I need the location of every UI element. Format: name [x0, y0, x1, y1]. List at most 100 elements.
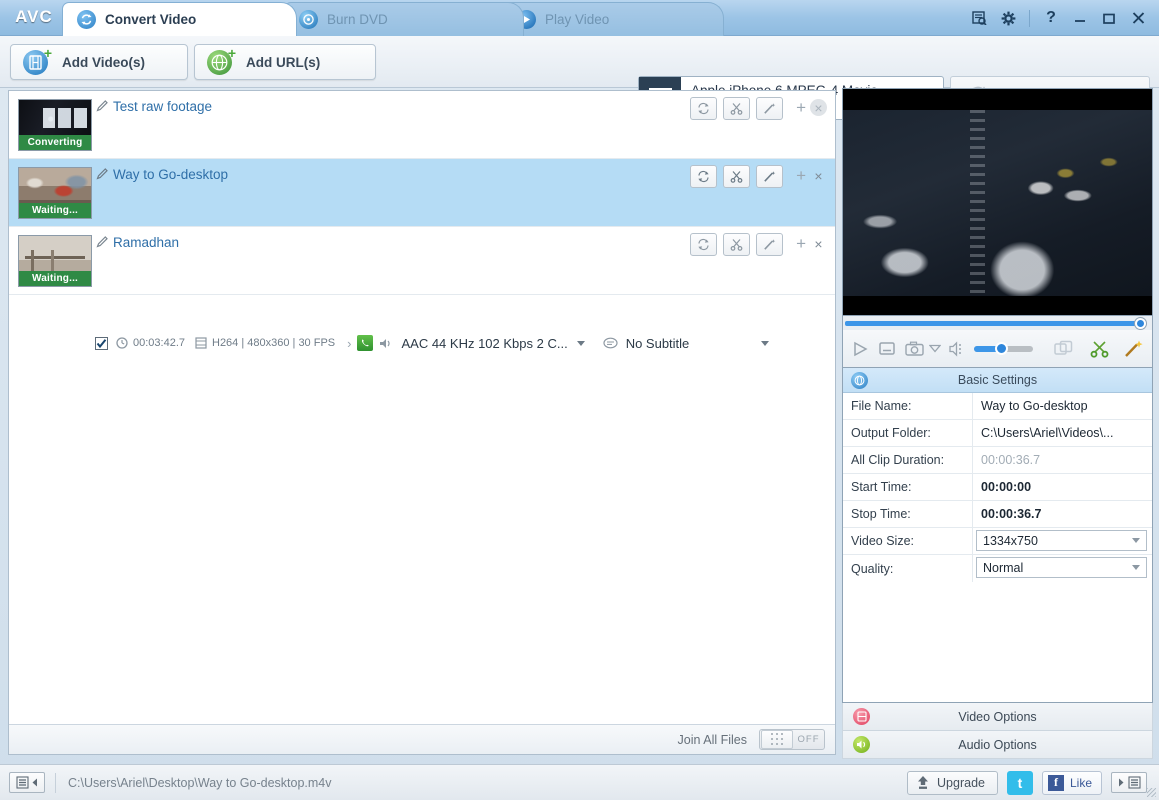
tab-label: Burn DVD	[327, 12, 388, 27]
audio-track-label[interactable]: AAC 44 KHz 102 Kbps 2 C...	[401, 336, 567, 351]
panel-toggle-button[interactable]	[1111, 772, 1147, 793]
reset-icon[interactable]	[690, 233, 717, 256]
tab-play-video[interactable]: Play Video	[502, 2, 724, 36]
clone-windows-icon[interactable]	[1054, 340, 1073, 357]
seek-handle[interactable]	[1135, 318, 1146, 329]
setting-key: Output Folder:	[843, 420, 973, 446]
chevron-down-icon	[1132, 538, 1140, 543]
add-videos-button[interactable]: + Add Video(s)	[10, 44, 188, 80]
stop-button[interactable]	[878, 341, 896, 357]
add-urls-label: Add URL(s)	[246, 55, 320, 70]
pencil-icon[interactable]	[96, 235, 109, 253]
row-action-buttons	[690, 165, 783, 188]
clock-icon	[116, 337, 128, 349]
scissors-icon[interactable]	[723, 97, 750, 120]
audio-options-label: Audio Options	[843, 738, 1152, 752]
video-size-value: 1334x750	[983, 534, 1038, 548]
video-options-label: Video Options	[843, 710, 1152, 724]
list-view-toggle-button[interactable]	[9, 772, 45, 793]
audio-options-row[interactable]: Audio Options	[842, 731, 1153, 759]
toolbar: + Add Video(s) + Add URL(s) all Apple iP…	[0, 36, 1159, 88]
remove-row-icon[interactable]: ×	[810, 167, 827, 184]
facebook-like-button[interactable]: f Like	[1042, 771, 1102, 795]
list-icon	[1128, 776, 1141, 789]
file-title[interactable]: Test raw footage	[113, 99, 212, 114]
scissors-icon[interactable]	[723, 165, 750, 188]
gear-icon[interactable]	[995, 6, 1021, 30]
video-thumbnail: Converting	[18, 99, 92, 151]
divider	[55, 773, 56, 793]
chevron-down-icon[interactable]	[761, 341, 769, 346]
join-all-files-toggle[interactable]: OFF	[759, 729, 825, 750]
resize-grip[interactable]	[1147, 788, 1156, 797]
help-icon[interactable]: ?	[1038, 6, 1064, 30]
file-title[interactable]: Way to Go-desktop	[113, 167, 228, 182]
row-action-buttons	[690, 233, 783, 256]
status-badge: Converting	[19, 135, 91, 150]
setting-key: Video Size:	[843, 528, 973, 554]
table-row[interactable]: Converting Test raw footage + ×	[9, 91, 835, 159]
setting-value[interactable]: 00:00:00	[973, 474, 1152, 500]
join-all-files-label: Join All Files	[678, 733, 747, 747]
pencil-icon[interactable]	[96, 99, 109, 117]
audio-options-icon	[853, 736, 870, 753]
quality-value: Normal	[983, 561, 1023, 575]
setting-value[interactable]: C:\Users\Ariel\Videos\...	[973, 420, 1152, 446]
magic-wand-icon[interactable]	[1124, 339, 1144, 358]
quality-select[interactable]: Normal	[976, 557, 1147, 578]
minimize-icon[interactable]	[1067, 6, 1093, 30]
app-window: AVC Play Video Burn DVD	[0, 0, 1159, 800]
snapshot-dropdown-icon[interactable]	[929, 344, 941, 353]
trim-scissors-icon[interactable]	[1090, 340, 1109, 358]
add-row-icon[interactable]: +	[796, 169, 806, 183]
remove-row-icon[interactable]: ×	[810, 99, 827, 116]
table-row[interactable]: Waiting... Ramadhan + ×	[9, 227, 835, 295]
add-row-icon[interactable]: +	[796, 101, 806, 115]
setting-value[interactable]: 00:00:36.7	[973, 501, 1152, 527]
setting-value[interactable]: Way to Go-desktop	[973, 393, 1152, 419]
effects-wand-icon[interactable]	[756, 165, 783, 188]
tab-burn-dvd[interactable]: Burn DVD	[284, 2, 524, 36]
remove-row-icon[interactable]: ×	[810, 235, 827, 252]
twitter-button[interactable]: t	[1007, 771, 1033, 795]
video-preview[interactable]	[842, 88, 1153, 316]
seek-bar[interactable]	[842, 316, 1153, 330]
scissors-icon[interactable]	[723, 233, 750, 256]
play-button[interactable]	[851, 340, 869, 358]
table-row[interactable]: Waiting... Way to Go-desktop + ×	[9, 159, 835, 227]
globe-icon: +	[207, 50, 232, 75]
volume-icon[interactable]	[948, 341, 965, 357]
settings-globe-icon	[851, 372, 868, 389]
row-checkbox[interactable]	[95, 337, 108, 350]
effects-wand-icon[interactable]	[756, 97, 783, 120]
upgrade-button[interactable]: Upgrade	[907, 771, 998, 795]
video-size-select[interactable]: 1334x750	[976, 530, 1147, 551]
expand-right-icon	[1117, 777, 1125, 788]
reset-icon[interactable]	[690, 165, 717, 188]
log-icon[interactable]	[966, 6, 992, 30]
tab-convert-video[interactable]: Convert Video	[62, 2, 297, 36]
file-list: Converting Test raw footage + ×	[8, 90, 836, 755]
chevron-down-icon[interactable]	[577, 341, 585, 346]
snapshot-camera-icon[interactable]	[905, 341, 924, 357]
video-options-row[interactable]: Video Options	[842, 703, 1153, 731]
basic-settings-title: Basic Settings	[843, 373, 1152, 387]
volume-slider[interactable]	[974, 346, 1033, 352]
maximize-icon[interactable]	[1096, 6, 1122, 30]
file-title[interactable]: Ramadhan	[113, 235, 179, 250]
chevron-right-icon[interactable]: ›	[347, 336, 351, 351]
basic-settings-panel: Basic Settings File Name: Way to Go-desk…	[842, 368, 1153, 703]
volume-handle[interactable]	[995, 342, 1008, 355]
close-icon[interactable]	[1125, 6, 1151, 30]
setting-row-start-time: Start Time: 00:00:00	[843, 474, 1152, 501]
add-videos-label: Add Video(s)	[62, 55, 145, 70]
add-urls-button[interactable]: + Add URL(s)	[194, 44, 376, 80]
subtitle-icon	[603, 337, 618, 350]
pencil-icon[interactable]	[96, 167, 109, 185]
setting-row-video-size: Video Size: 1334x750	[843, 528, 1152, 555]
reset-icon[interactable]	[690, 97, 717, 120]
add-row-icon[interactable]: +	[796, 237, 806, 251]
subtitle-label[interactable]: No Subtitle	[626, 336, 690, 351]
effects-wand-icon[interactable]	[756, 233, 783, 256]
grip-dots-icon	[771, 733, 784, 746]
